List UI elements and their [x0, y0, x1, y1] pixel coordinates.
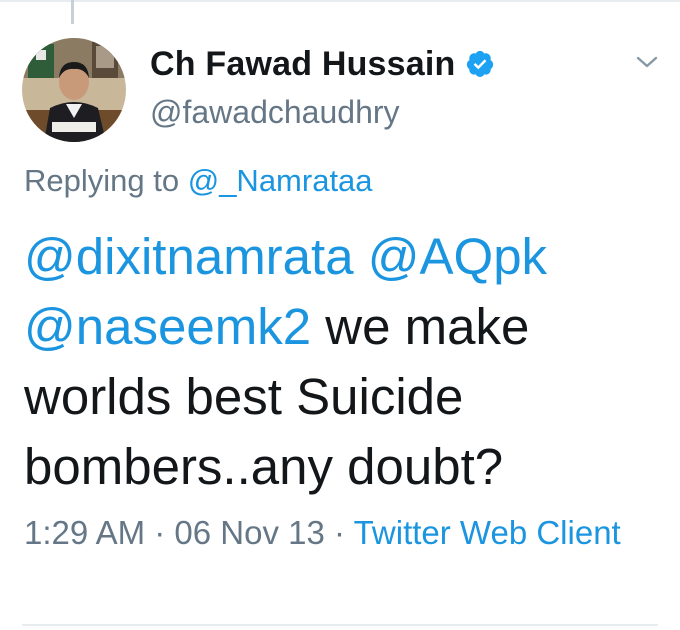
author-name-row: Ch Fawad Hussain: [150, 44, 495, 84]
avatar[interactable]: [22, 38, 126, 142]
tweet-source[interactable]: Twitter Web Client: [354, 514, 621, 551]
replying-to-line: Replying to @_Namrataa: [24, 163, 373, 199]
tweet-body-rest: worlds best Suicide bombers..any doubt?: [24, 368, 504, 495]
mention-link[interactable]: @naseemk2: [24, 298, 311, 355]
bottom-divider: [22, 624, 658, 626]
replying-to-mention[interactable]: @_Namrataa: [188, 163, 373, 198]
tweet-time[interactable]: 1:29 AM: [24, 514, 145, 551]
tweet-meta: 1:29 AM · 06 Nov 13 · Twitter Web Client: [24, 508, 654, 558]
verified-badge-icon: [465, 49, 495, 79]
chevron-down-icon[interactable]: [634, 52, 660, 72]
tweet-date[interactable]: 06 Nov 13: [174, 514, 324, 551]
author-display-name[interactable]: Ch Fawad Hussain: [150, 45, 455, 84]
meta-separator: ·: [324, 514, 354, 551]
mention-link[interactable]: @dixitnamrata: [24, 228, 354, 285]
top-divider: [0, 0, 680, 2]
thread-connector-line: [71, 0, 74, 24]
meta-separator: ·: [145, 514, 175, 551]
author-handle[interactable]: @fawadchaudhry: [150, 94, 400, 131]
mention-link[interactable]: @AQpk: [368, 228, 547, 285]
tweet-body-line1: we make: [311, 298, 530, 355]
replying-to-label: Replying to: [24, 163, 180, 198]
avatar-image: [22, 38, 126, 142]
tweet-text: @dixitnamrata @AQpk @naseemk2 we make worl…: [24, 222, 664, 502]
